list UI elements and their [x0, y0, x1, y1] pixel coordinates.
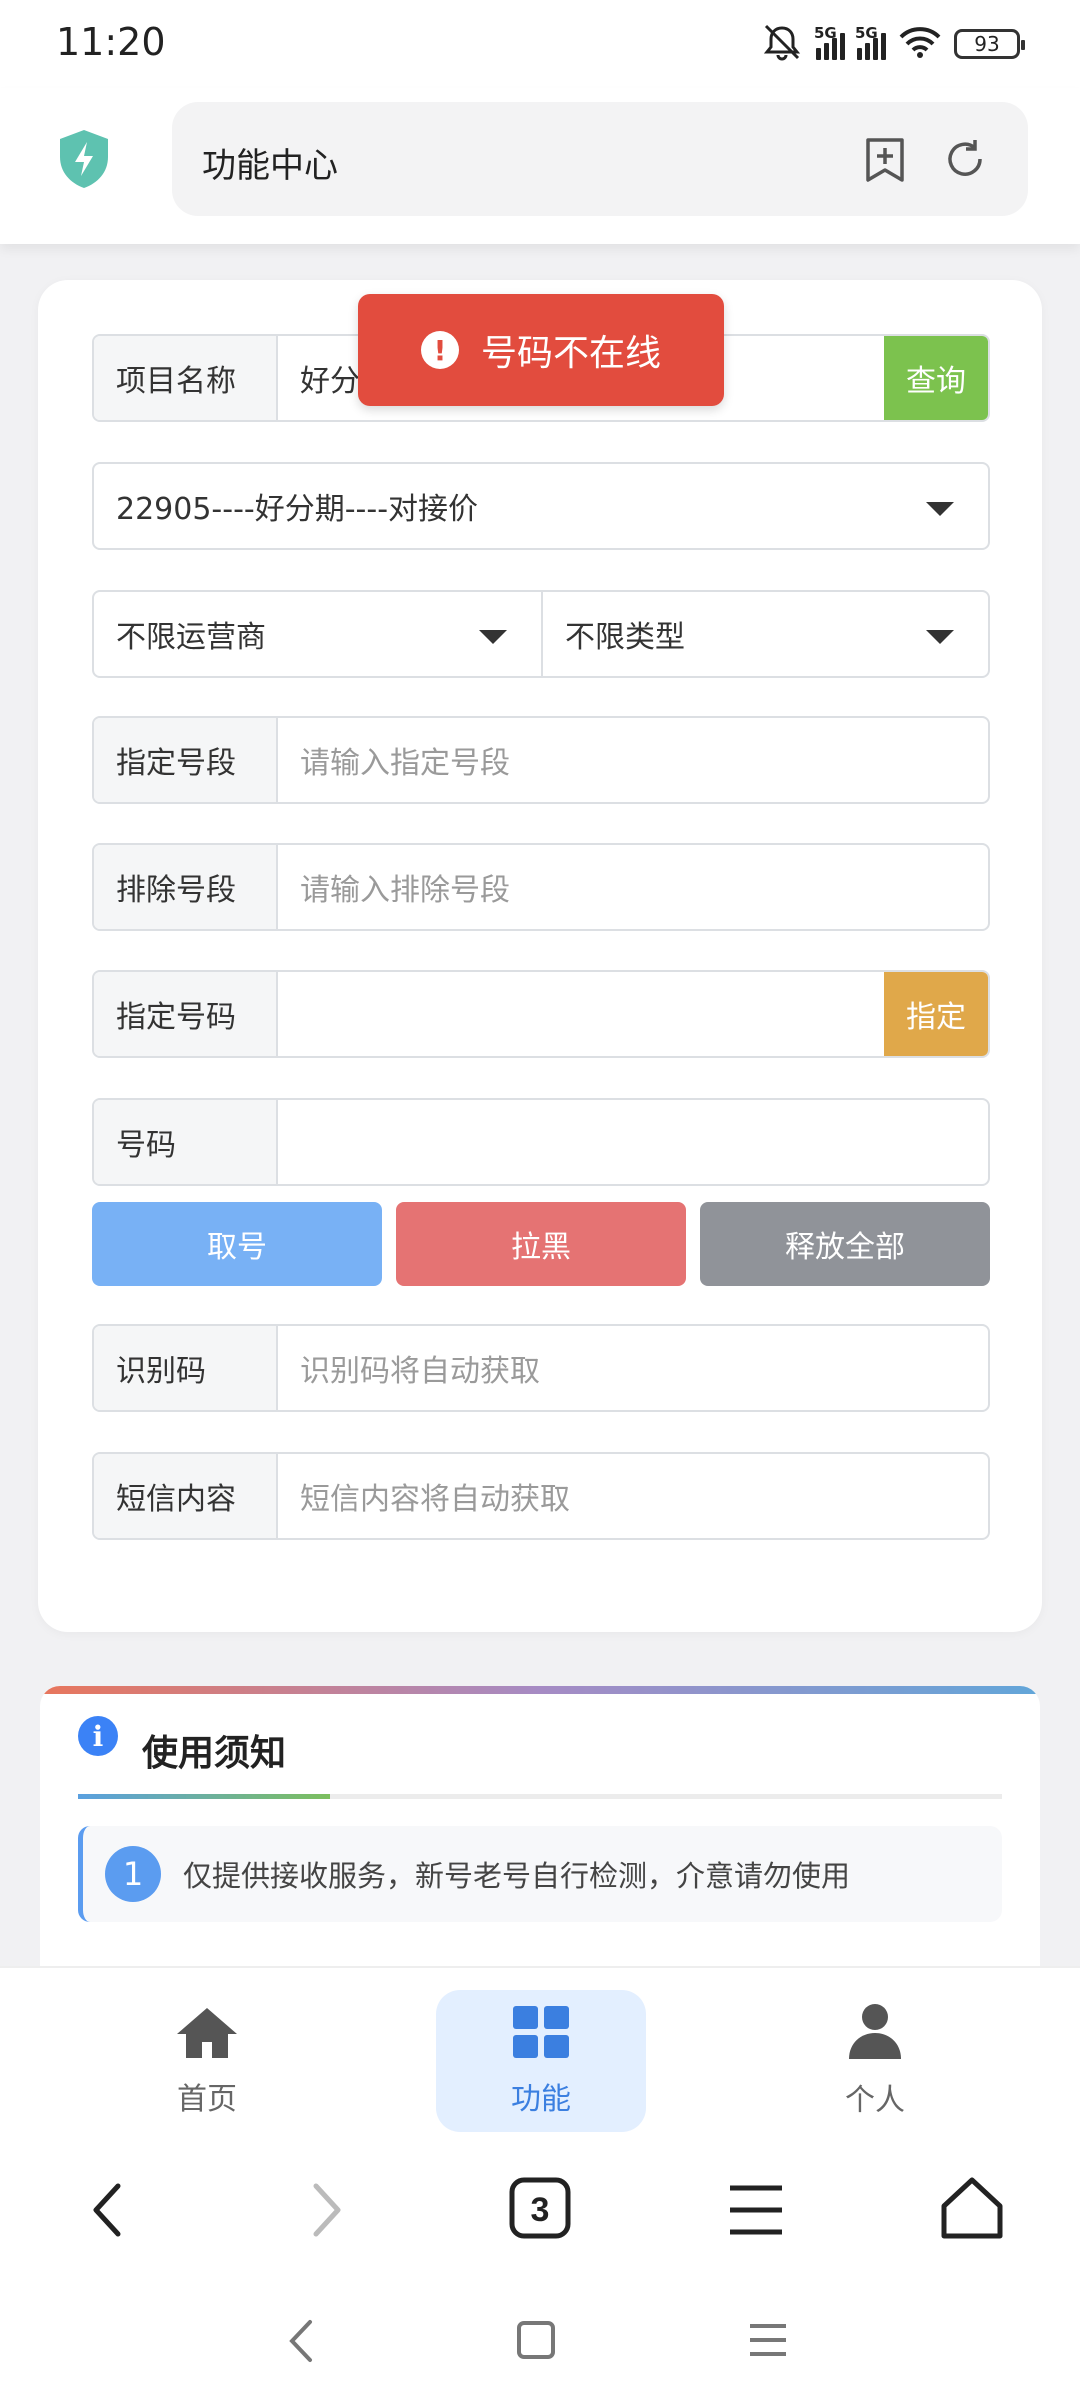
block-button[interactable]: 拉黑 [396, 1202, 686, 1286]
code-input[interactable]: 识别码将自动获取 [278, 1326, 988, 1410]
refresh-icon[interactable] [942, 136, 988, 186]
tab-functions-label: 功能 [511, 2082, 571, 2117]
segment-input[interactable]: 请输入指定号段 [278, 718, 988, 802]
project-select-value: 22905----好分期----对接价 [116, 492, 479, 527]
tab-profile-label: 个人 [845, 2083, 905, 2118]
code-row: 识别码 识别码将自动获取 [92, 1324, 990, 1412]
alert-icon: ! [420, 331, 459, 369]
tab-profile[interactable]: 个人 [770, 1990, 980, 2132]
exclude-input[interactable]: 请输入排除号段 [278, 845, 988, 929]
segment-row: 指定号段 请输入指定号段 [92, 716, 990, 804]
number-row: 号码 [92, 1098, 990, 1186]
status-icons: 5G 5G 93 [760, 22, 1025, 66]
carrier-select[interactable]: 不限运营商 [92, 590, 543, 678]
chevron-down-icon [479, 630, 507, 644]
sms-input[interactable]: 短信内容将自动获取 [278, 1454, 988, 1538]
person-icon [847, 2003, 903, 2069]
notice-accent-bar [40, 1686, 1040, 1694]
chevron-down-icon [926, 630, 954, 644]
add-bookmark-icon[interactable] [862, 136, 908, 188]
carrier-select-value: 不限运营商 [116, 620, 266, 655]
back-icon[interactable] [90, 2180, 126, 2244]
browser-toolbar: 3 [0, 2136, 1080, 2288]
notice-divider [78, 1794, 1002, 1799]
sms-row: 短信内容 短信内容将自动获取 [92, 1452, 990, 1540]
system-back-icon[interactable] [286, 2318, 316, 2368]
number-spec-input[interactable] [278, 972, 884, 1056]
tab-home-label: 首页 [177, 2082, 237, 2117]
tab-home[interactable]: 首页 [102, 1990, 312, 2132]
notice-card: i 使用须知 1 仅提供接收服务，新号老号自行检测，介意请勿使用 [40, 1686, 1040, 1966]
wifi-icon [898, 25, 942, 63]
bottom-tab-bar: 首页 功能 个人 [0, 1966, 1080, 2136]
notice-item-text: 仅提供接收服务，新号老号自行检测，介意请勿使用 [183, 1859, 851, 1893]
segment-label: 指定号段 [94, 718, 278, 802]
number-spec-label: 指定号码 [94, 972, 278, 1056]
form-card: 项目名称 好分 查询 22905----好分期----对接价 不限运营商 不限类… [38, 280, 1042, 1632]
tabs-count-button[interactable]: 3 [508, 2176, 572, 2244]
sms-label: 短信内容 [94, 1454, 278, 1538]
page-title: 功能中心 [202, 146, 338, 186]
url-field[interactable]: 功能中心 [172, 102, 1028, 216]
system-home-icon[interactable] [516, 2320, 556, 2364]
grid-icon [511, 2004, 571, 2068]
toast-message: 号码不在线 [480, 333, 661, 374]
home-button-icon[interactable] [940, 2176, 1004, 2246]
get-number-button[interactable]: 取号 [92, 1202, 382, 1286]
notice-item-number: 1 [105, 1846, 161, 1902]
code-label: 识别码 [94, 1326, 278, 1410]
signal-icon-2: 5G [855, 24, 886, 60]
battery-indicator: 93 [954, 29, 1025, 59]
number-input[interactable] [278, 1100, 988, 1184]
status-bar: 11:20 5G 5G 93 [0, 0, 1080, 88]
menu-icon[interactable] [728, 2184, 784, 2240]
tab-functions[interactable]: 功能 [436, 1990, 646, 2132]
number-label: 号码 [94, 1100, 278, 1184]
forward-icon[interactable] [308, 2180, 344, 2244]
svg-text:3: 3 [531, 2191, 550, 2229]
release-all-button[interactable]: 释放全部 [700, 1202, 990, 1286]
system-recents-icon[interactable] [748, 2322, 788, 2362]
signal-icon-1: 5G [814, 24, 845, 60]
chevron-down-icon [926, 502, 954, 516]
query-button[interactable]: 查询 [884, 336, 988, 420]
info-icon: i [78, 1716, 118, 1756]
notice-item: 1 仅提供接收服务，新号老号自行检测，介意请勿使用 [78, 1826, 1002, 1922]
error-toast: ! 号码不在线 [358, 294, 724, 406]
exclude-label: 排除号段 [94, 845, 278, 929]
project-name-label: 项目名称 [94, 336, 278, 420]
notice-title: 使用须知 [142, 1733, 287, 1774]
type-select-value: 不限类型 [565, 620, 685, 655]
system-nav-bar [0, 2288, 1080, 2400]
home-icon [174, 2004, 240, 2068]
exclude-row: 排除号段 请输入排除号段 [92, 843, 990, 931]
browser-address-bar: 功能中心 [0, 88, 1080, 244]
shield-icon[interactable] [56, 128, 112, 194]
mute-icon [760, 22, 804, 66]
type-select[interactable]: 不限类型 [541, 590, 990, 678]
specify-button[interactable]: 指定 [884, 972, 988, 1056]
status-time: 11:20 [56, 20, 166, 64]
number-spec-row: 指定号码 指定 [92, 970, 990, 1058]
project-select[interactable]: 22905----好分期----对接价 [92, 462, 990, 550]
